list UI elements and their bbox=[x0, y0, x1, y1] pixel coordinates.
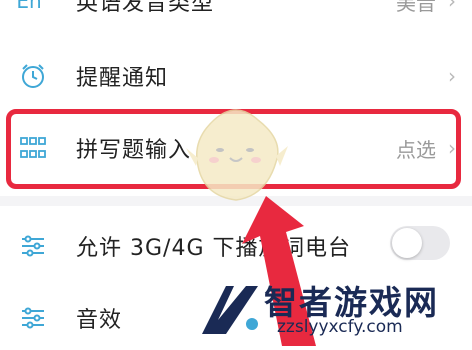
language-icon: En bbox=[14, 0, 44, 16]
language-icon-text: En bbox=[16, 0, 42, 13]
settings-row-pronunciation-label: 英语发音类型 bbox=[76, 0, 215, 16]
settings-row-sound-effects-label: 音效 bbox=[76, 308, 123, 333]
sliders-icon bbox=[18, 303, 48, 333]
settings-row-reminder[interactable]: 提醒通知 › bbox=[0, 50, 472, 102]
sliders-icon bbox=[18, 231, 48, 261]
toggle-knob bbox=[392, 228, 422, 258]
alarm-clock-icon bbox=[18, 61, 48, 91]
chevron-right-icon: › bbox=[448, 0, 456, 13]
settings-row-reminder-label: 提醒通知 bbox=[76, 66, 169, 91]
settings-row-pronunciation[interactable]: En 英语发音类型 美音 › bbox=[0, 0, 472, 24]
settings-row-pronunciation-value: 美音 bbox=[396, 0, 436, 15]
brand-logo-icon bbox=[196, 280, 266, 344]
chevron-right-icon: › bbox=[448, 64, 456, 88]
brand-watermark-url: zzslyyxcfy.com bbox=[277, 317, 403, 337]
mobile-data-toggle[interactable] bbox=[390, 226, 450, 260]
mascot-watermark-icon bbox=[184, 100, 290, 210]
